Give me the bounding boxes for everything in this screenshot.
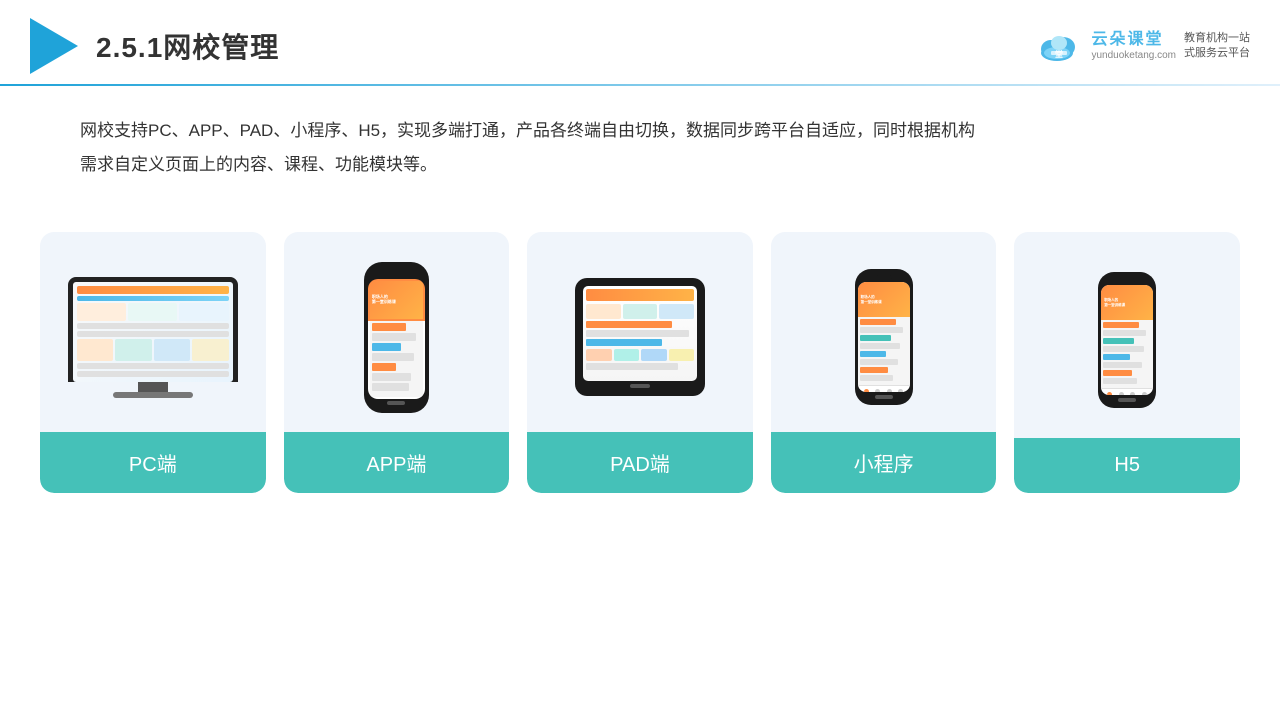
miniprogram-phone-outer: 职场人的第一堂训练课 xyxy=(855,269,913,405)
miniprogram-banner-text: 职场人的第一堂训练课 xyxy=(861,295,882,304)
miniprogram-banner: 职场人的第一堂训练课 xyxy=(858,282,910,317)
pad-label: PAD端 xyxy=(527,432,753,493)
pad-tablet-outer xyxy=(575,278,705,396)
app-phone-banner: 职场人的第一堂训练课 xyxy=(370,281,423,319)
pc-screen-outer xyxy=(68,277,238,382)
app-phone-mockup: 职场人的第一堂训练课 xyxy=(364,262,429,413)
app-card: 职场人的第一堂训练课 xyxy=(284,232,510,493)
miniprogram-screen: 职场人的第一堂训练课 xyxy=(858,282,910,392)
h5-nav-dot-4 xyxy=(1142,392,1147,395)
pad-tablet-header xyxy=(586,289,694,301)
miniprogram-home xyxy=(875,395,893,399)
h5-nav-dot-2 xyxy=(1119,392,1124,395)
pc-mockup xyxy=(68,277,238,398)
h5-card: 职场人的第一堂训练课 xyxy=(1014,232,1240,493)
pad-image-area xyxy=(527,232,753,432)
pad-tablet-mockup xyxy=(575,278,705,396)
miniprogram-card: 职场人的第一堂训练课 xyxy=(771,232,997,493)
app-phone-body xyxy=(370,321,423,397)
miniprogram-bottom-nav xyxy=(858,385,910,392)
brand-tagline: 教育机构一站式服务云平台 xyxy=(1184,31,1250,62)
pc-label: PC端 xyxy=(40,432,266,493)
nav-dot-1 xyxy=(864,389,869,392)
h5-label: H5 xyxy=(1014,438,1240,493)
nav-dot-2 xyxy=(875,389,880,392)
h5-notch xyxy=(1119,278,1135,283)
brand-name: 云朵课堂 xyxy=(1091,30,1176,49)
app-image-area: 职场人的第一堂训练课 xyxy=(284,232,510,432)
pc-base xyxy=(138,382,168,392)
miniprogram-body xyxy=(858,317,910,383)
logo-triangle-icon xyxy=(30,18,78,74)
miniprogram-image-area: 职场人的第一堂训练课 xyxy=(771,232,997,432)
brand-url: yunduoketang.com xyxy=(1091,50,1176,62)
app-banner-text: 职场人的第一堂训练课 xyxy=(372,295,396,305)
h5-banner: 职场人的第一堂训练课 xyxy=(1101,285,1153,320)
app-phone-content: 职场人的第一堂训练课 xyxy=(368,279,425,399)
cloud-logo-icon: 堂 xyxy=(1035,27,1083,65)
pc-stand xyxy=(113,392,193,398)
description-text: 网校支持PC、APP、PAD、小程序、H5，实现多端打通，产品各终端自由切换，数… xyxy=(0,86,1280,192)
page-header: 2.5.1网校管理 堂 云朵课堂 yunduoketang.com 教育机构一站… xyxy=(0,0,1280,74)
pc-card: PC端 xyxy=(40,232,266,493)
app-phone-notch xyxy=(386,270,406,276)
h5-screen: 职场人的第一堂训练课 xyxy=(1101,285,1153,395)
nav-dot-4 xyxy=(898,389,903,392)
miniprogram-label: 小程序 xyxy=(771,432,997,493)
miniprogram-phone-mockup: 职场人的第一堂训练课 xyxy=(855,269,913,405)
pad-card: PAD端 xyxy=(527,232,753,493)
h5-phone-mockup: 职场人的第一堂训练课 xyxy=(1098,272,1156,408)
pc-screen-content xyxy=(73,282,233,382)
h5-content: 职场人的第一堂训练课 xyxy=(1101,285,1153,395)
brand-text: 云朵课堂 yunduoketang.com xyxy=(1091,30,1176,61)
h5-banner-text: 职场人的第一堂训练课 xyxy=(1104,298,1125,307)
page-title: 2.5.1网校管理 xyxy=(96,26,279,66)
pc-screen-inner xyxy=(73,282,233,382)
h5-nav-dot-3 xyxy=(1130,392,1135,395)
h5-body xyxy=(1101,320,1153,386)
nav-dot-3 xyxy=(887,389,892,392)
app-phone-screen: 职场人的第一堂训练课 xyxy=(368,279,425,399)
pad-tablet-content xyxy=(583,286,697,381)
app-phone-home xyxy=(387,401,405,405)
pc-image-area xyxy=(40,232,266,432)
h5-phone-outer: 职场人的第一堂训练课 xyxy=(1098,272,1156,408)
brand-logo: 堂 xyxy=(1035,27,1083,65)
miniprogram-content: 职场人的第一堂训练课 xyxy=(858,282,910,392)
h5-home xyxy=(1118,398,1136,402)
cards-container: PC端 职场人的第一堂训练课 xyxy=(0,202,1280,513)
svg-text:堂: 堂 xyxy=(1055,49,1063,59)
miniprogram-notch xyxy=(876,275,892,280)
pad-tablet-screen xyxy=(583,286,697,381)
h5-bottom-nav xyxy=(1101,388,1153,395)
app-label: APP端 xyxy=(284,432,510,493)
h5-image-area: 职场人的第一堂训练课 xyxy=(1014,232,1240,438)
pad-tablet-home xyxy=(630,384,650,388)
app-phone-outer: 职场人的第一堂训练课 xyxy=(364,262,429,413)
h5-nav-dot-1 xyxy=(1107,392,1112,395)
brand-area: 堂 云朵课堂 yunduoketang.com 教育机构一站式服务云平台 xyxy=(1035,27,1250,65)
title-area: 2.5.1网校管理 xyxy=(30,18,279,74)
